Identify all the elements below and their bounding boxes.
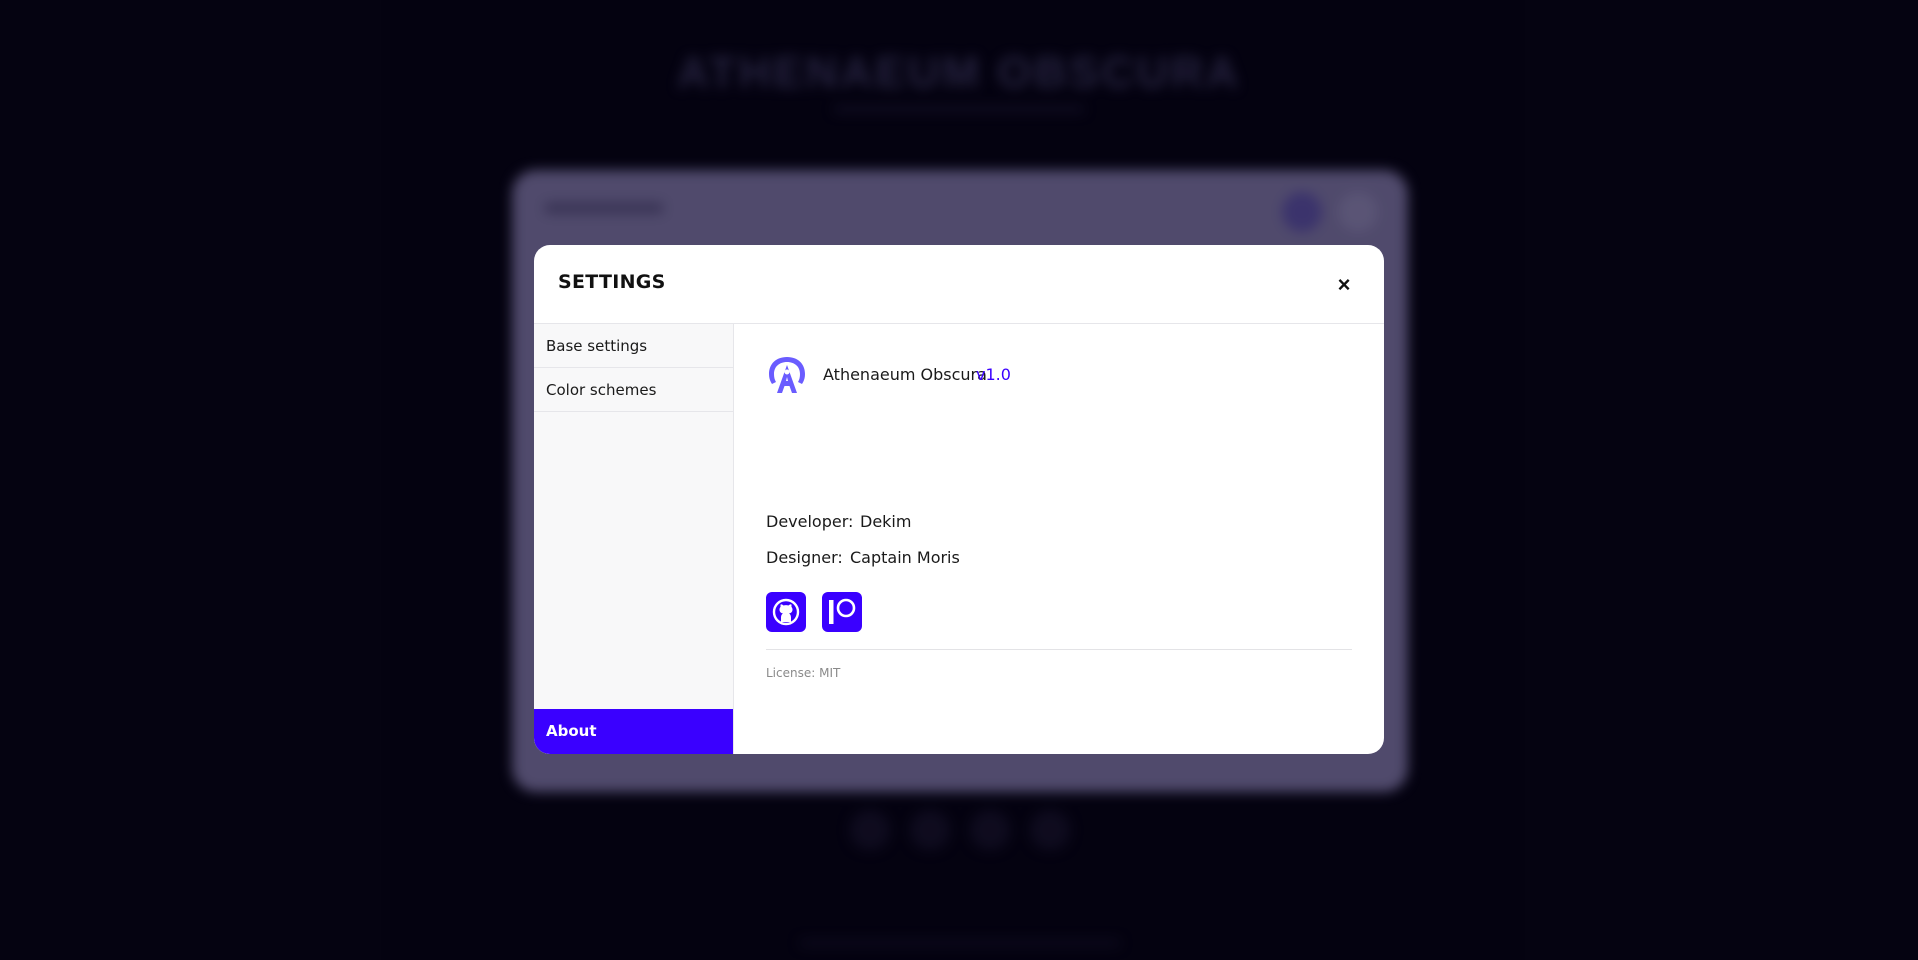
- developer-label: Developer:: [766, 512, 854, 531]
- about-panel: Athenaeum Obscura v1.0 Developer: Dekim …: [734, 324, 1384, 754]
- app-name: Athenaeum Obscura: [823, 365, 987, 384]
- designer-value: Captain Moris: [850, 548, 960, 567]
- close-button[interactable]: ×: [1332, 273, 1356, 297]
- patreon-icon: [829, 598, 856, 624]
- sidebar-item-base-settings[interactable]: Base settings: [534, 324, 733, 368]
- sidebar-item-about[interactable]: About: [534, 709, 733, 754]
- github-icon: [772, 598, 800, 626]
- modal-title: SETTINGS: [558, 271, 666, 293]
- github-link-button[interactable]: [766, 592, 806, 632]
- designer-label: Designer:: [766, 548, 843, 567]
- settings-sidebar: Base settings Color schemes About: [534, 324, 734, 754]
- settings-modal: SETTINGS × Base settings Color schemes A…: [534, 245, 1384, 754]
- app-version: v1.0: [976, 365, 1011, 384]
- patreon-link-button[interactable]: [822, 592, 862, 632]
- modal-header: SETTINGS ×: [534, 245, 1384, 324]
- app-logo-icon: [769, 357, 805, 393]
- license-text: License: MIT: [766, 666, 841, 680]
- developer-value: Dekim: [860, 512, 912, 531]
- divider: [766, 649, 1352, 650]
- sidebar-item-color-schemes[interactable]: Color schemes: [534, 368, 733, 412]
